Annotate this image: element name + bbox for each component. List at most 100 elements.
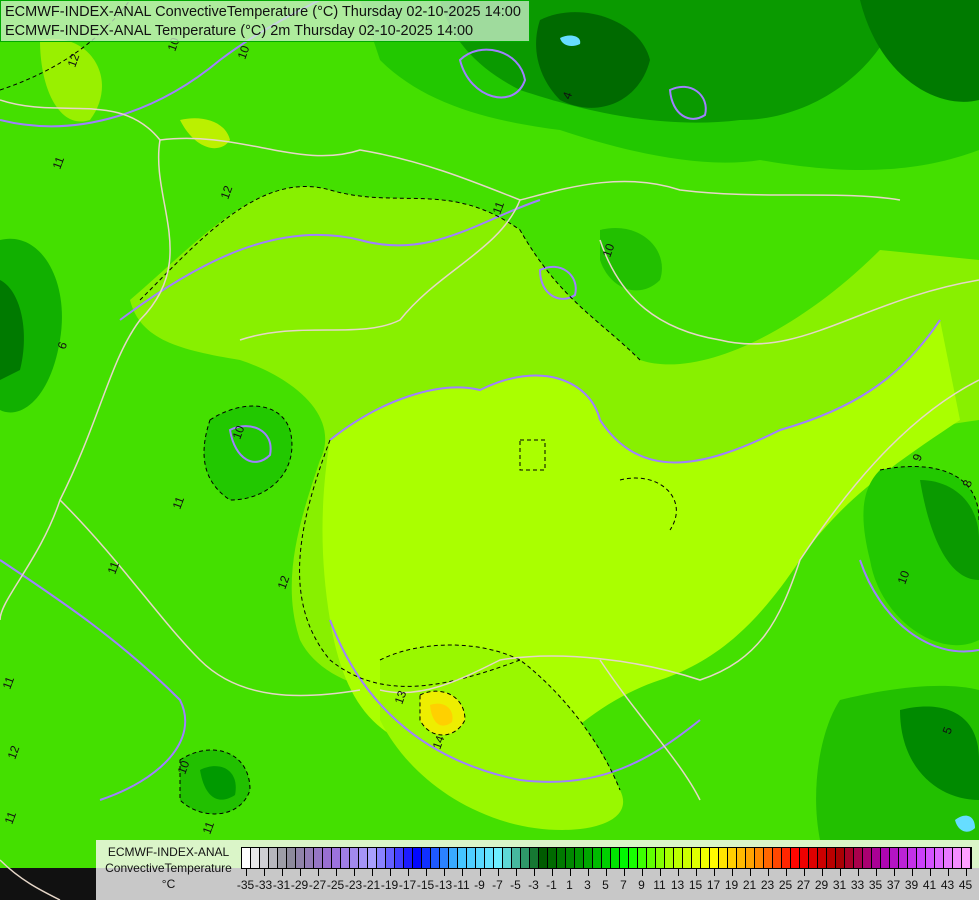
legend-cell (692, 848, 701, 868)
legend-cell (836, 848, 845, 868)
legend-cell (584, 848, 593, 868)
legend-tick (479, 868, 481, 876)
legend-tick-label: 35 (868, 878, 883, 892)
map-title: ECMWF-INDEX-ANAL ConvectiveTemperature (… (0, 0, 530, 42)
legend-tick-label: 1 (566, 878, 573, 892)
legend-tick (407, 868, 409, 876)
legend-cell (332, 848, 341, 868)
legend-cell (746, 848, 755, 868)
legend-tick-label: 21 (742, 878, 757, 892)
legend-tick (947, 868, 949, 876)
legend-cell (791, 848, 800, 868)
legend-cell (764, 848, 773, 868)
legend-cell (611, 848, 620, 868)
legend-cell (296, 848, 305, 868)
legend-tick (587, 868, 589, 876)
legend-tick (803, 868, 805, 876)
legend-tick-label: 37 (886, 878, 901, 892)
legend-cell (242, 848, 251, 868)
legend-cell (287, 848, 296, 868)
title-line-temperature: ECMWF-INDEX-ANAL Temperature (°C) 2m Thu… (5, 23, 474, 39)
legend-tick-label: -29 (290, 878, 309, 892)
legend-cell (269, 848, 278, 868)
legend-tick-label: 7 (620, 878, 627, 892)
legend-cell (899, 848, 908, 868)
legend-tick-label: 39 (904, 878, 919, 892)
legend-tick-label: 25 (778, 878, 793, 892)
legend-tick (569, 868, 571, 876)
legend-cell (917, 848, 926, 868)
legend-cell (431, 848, 440, 868)
legend-tick (353, 868, 355, 876)
legend-cell (323, 848, 332, 868)
legend-tick (389, 868, 391, 876)
legend-cell (818, 848, 827, 868)
legend-cell (872, 848, 881, 868)
legend-tick (317, 868, 319, 876)
legend-tick-label: 13 (670, 878, 685, 892)
legend-cell (827, 848, 836, 868)
legend-cell (854, 848, 863, 868)
legend-title: ECMWF-INDEX-ANAL ConvectiveTemperature °… (96, 844, 241, 892)
legend-cell (260, 848, 269, 868)
legend-tick-label: -1 (546, 878, 557, 892)
legend-cell (575, 848, 584, 868)
legend-cell (368, 848, 377, 868)
legend-cell (782, 848, 791, 868)
legend-tick-label: -25 (326, 878, 345, 892)
legend-tick-label: -9 (474, 878, 485, 892)
legend-cell (503, 848, 512, 868)
legend-tick (659, 868, 661, 876)
legend-tick-label: 19 (724, 878, 739, 892)
legend-tick-label: -19 (380, 878, 399, 892)
legend-tick (875, 868, 877, 876)
legend-cell (566, 848, 575, 868)
legend-cell (440, 848, 449, 868)
legend-tick (839, 868, 841, 876)
legend-cell (593, 848, 602, 868)
legend-cell (413, 848, 422, 868)
legend-cell (962, 848, 971, 868)
legend-tick-label: -17 (398, 878, 417, 892)
legend-cell (341, 848, 350, 868)
legend-tick-label: 15 (688, 878, 703, 892)
legend-tick (299, 868, 301, 876)
legend-tick (425, 868, 427, 876)
legend-tick-label: -11 (453, 878, 470, 892)
legend-tick (641, 868, 643, 876)
legend-tick-label: 29 (814, 878, 829, 892)
legend-tick-label: 41 (922, 878, 937, 892)
legend-cell (557, 848, 566, 868)
legend-cell (350, 848, 359, 868)
legend-tick-label: -7 (492, 878, 503, 892)
legend-tick (677, 868, 679, 876)
legend-tick-label: -21 (362, 878, 381, 892)
legend-cell (809, 848, 818, 868)
legend-cell (539, 848, 548, 868)
legend-cell (890, 848, 899, 868)
legend-cell (512, 848, 521, 868)
legend-tick (749, 868, 751, 876)
legend-cell (845, 848, 854, 868)
legend-tick-label: 11 (653, 878, 666, 892)
legend-tick (767, 868, 769, 876)
legend-cell (476, 848, 485, 868)
legend-tick-label: -15 (416, 878, 435, 892)
legend-cell (881, 848, 890, 868)
legend-cell (908, 848, 917, 868)
legend-cell (458, 848, 467, 868)
legend-tick-label: 33 (850, 878, 865, 892)
legend-cell (863, 848, 872, 868)
legend-tick-label: -23 (344, 878, 363, 892)
legend-tick (461, 868, 463, 876)
legend-cell (251, 848, 260, 868)
legend-cell (422, 848, 431, 868)
legend-cell (755, 848, 764, 868)
legend-tick (857, 868, 859, 876)
legend-cell (377, 848, 386, 868)
legend-tick (911, 868, 913, 876)
legend-tick (731, 868, 733, 876)
legend-cell (395, 848, 404, 868)
legend-tick (533, 868, 535, 876)
legend-cell (710, 848, 719, 868)
